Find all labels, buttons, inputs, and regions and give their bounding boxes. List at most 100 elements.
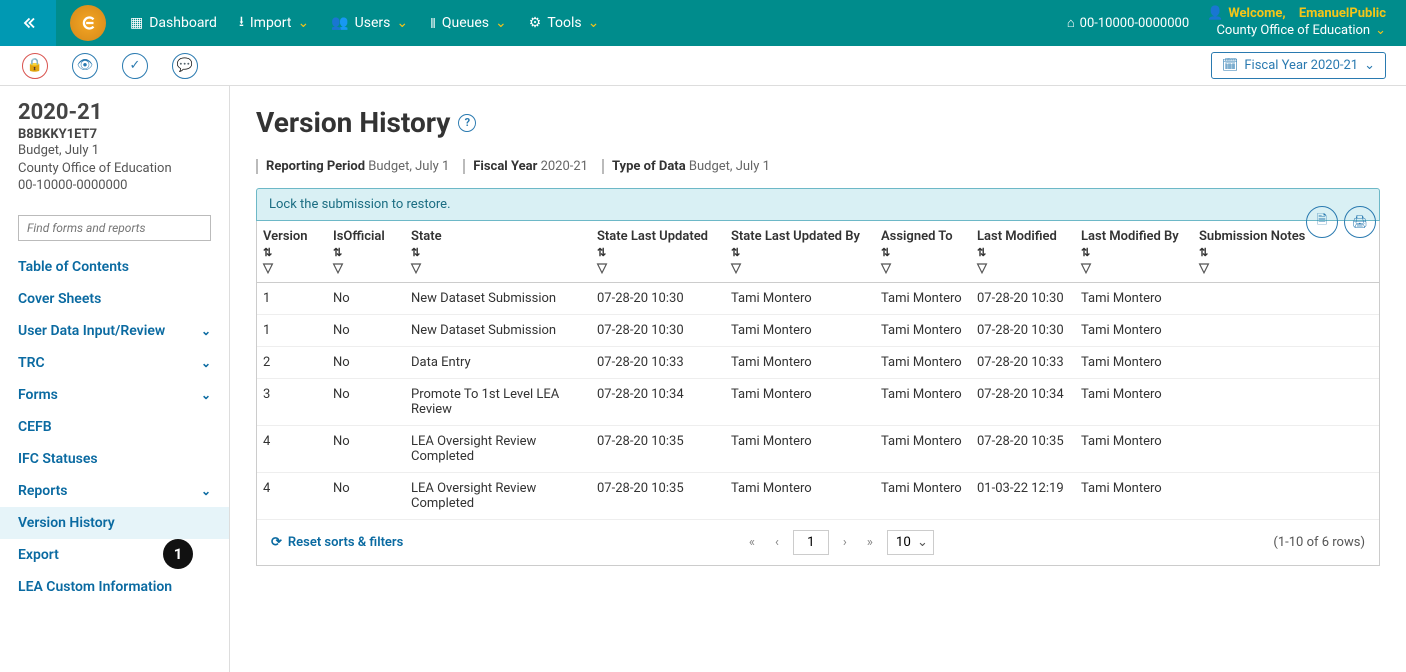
cell: 3 (257, 379, 327, 425)
user-menu[interactable]: 👤Welcome, EmanuelPublic County Office of… (1207, 6, 1386, 40)
pager-size-select[interactable]: 10 (887, 530, 934, 555)
col-header[interactable]: State⇅▽ (405, 221, 591, 282)
reset-filters-button[interactable]: ⟳Reset sorts & filters (271, 535, 403, 550)
pager-prev[interactable]: ‹ (769, 533, 785, 552)
filter-icon[interactable]: ▽ (1081, 261, 1187, 276)
col-header[interactable]: Assigned To⇅▽ (875, 221, 971, 282)
col-header[interactable]: Last Modified⇅▽ (971, 221, 1075, 282)
cell: Tami Montero (875, 283, 971, 314)
page-title: Version History? (256, 106, 1380, 139)
sidebar-item-forms[interactable]: Forms⌄ (0, 379, 229, 411)
nav-users[interactable]: 👥Users⌄ (331, 15, 408, 31)
export-button[interactable]: 🗎 (1306, 206, 1338, 238)
sort-icon[interactable]: ⇅ (263, 246, 321, 259)
sidebar-item-cover-sheets[interactable]: Cover Sheets (0, 283, 229, 315)
cell: 07-28-20 10:34 (971, 379, 1075, 425)
sidebar-item-label: Reports (18, 483, 68, 499)
table-row[interactable]: 1NoNew Dataset Submission07-28-20 10:30T… (257, 315, 1379, 347)
eye-icon[interactable]: 👁 (72, 53, 98, 79)
cell: 07-28-20 10:30 (591, 283, 725, 314)
sidebar-item-export[interactable]: Export (0, 539, 229, 571)
filter-icon[interactable]: ▽ (1199, 261, 1307, 276)
filter-icon[interactable]: ▽ (263, 261, 321, 276)
sort-icon[interactable]: ⇅ (977, 246, 1069, 259)
cell: Tami Montero (1075, 426, 1193, 472)
sort-icon[interactable]: ⇅ (1199, 246, 1307, 259)
sidebar-item-user-data-input-review[interactable]: User Data Input/Review⌄ (0, 315, 229, 347)
table-row[interactable]: 1NoNew Dataset Submission07-28-20 10:30T… (257, 283, 1379, 315)
cell: 4 (257, 426, 327, 472)
print-button[interactable]: 🖨 (1344, 206, 1376, 238)
filter-icon[interactable]: ▽ (731, 261, 869, 276)
col-header[interactable]: Last Modified By⇅▽ (1075, 221, 1193, 282)
cell: Tami Montero (1075, 283, 1193, 314)
cell: New Dataset Submission (405, 283, 591, 314)
pager-first[interactable]: « (743, 533, 761, 552)
filter-reset-icon: ⟳ (271, 535, 282, 550)
pager-last[interactable]: » (861, 533, 879, 552)
filter-icon[interactable]: ▽ (597, 261, 719, 276)
cell: Promote To 1st Level LEA Review (405, 379, 591, 425)
nav-tools[interactable]: ⚙Tools⌄ (529, 15, 600, 31)
sort-icon[interactable]: ⇅ (333, 246, 399, 259)
sidebar-year: 2020-21 (18, 100, 211, 125)
nav-queues[interactable]: ‖Queues⌄ (430, 15, 507, 32)
table-row[interactable]: 2NoData Entry07-28-20 10:33Tami MonteroT… (257, 347, 1379, 379)
sidebar-item-cefb[interactable]: CEFB (0, 411, 229, 443)
filter-icon[interactable]: ▽ (411, 261, 585, 276)
cell: Tami Montero (875, 473, 971, 519)
fiscal-year-selector[interactable]: 🗓Fiscal Year 2020-21⌄ (1211, 52, 1386, 79)
gear-icon: ⚙ (529, 15, 542, 31)
nav-dashboard[interactable]: ▦Dashboard (130, 15, 217, 31)
sort-icon[interactable]: ⇅ (1081, 246, 1187, 259)
users-icon: 👥 (331, 15, 348, 31)
cell: No (327, 315, 405, 346)
col-header[interactable]: State Last Updated⇅▽ (591, 221, 725, 282)
cell: Tami Montero (875, 379, 971, 425)
sidebar-item-lea-custom-information[interactable]: LEA Custom Information (0, 571, 229, 603)
table-row[interactable]: 4NoLEA Oversight Review Completed07-28-2… (257, 473, 1379, 520)
chevron-down-icon: ⌄ (495, 15, 507, 31)
help-icon[interactable]: ? (458, 114, 476, 132)
sidebar-item-ifc-statuses[interactable]: IFC Statuses (0, 443, 229, 475)
sidebar-item-version-history[interactable]: Version History (0, 507, 229, 539)
search-input[interactable] (18, 215, 211, 241)
col-header[interactable]: IsOfficial⇅▽ (327, 221, 405, 282)
chevron-down-icon: ⌄ (588, 15, 600, 31)
comment-icon[interactable]: 💬 (172, 53, 198, 79)
filter-icon[interactable]: ▽ (881, 261, 965, 276)
sidebar-item-label: Version History (18, 515, 115, 531)
cell: Tami Montero (875, 315, 971, 346)
col-header[interactable]: Submission Notes⇅▽ (1193, 221, 1313, 282)
nav-import[interactable]: ⭳Import⌄ (239, 11, 309, 35)
pager-next[interactable]: › (837, 533, 853, 552)
chevron-down-icon: ⌄ (297, 15, 309, 31)
sort-icon[interactable]: ⇅ (881, 246, 965, 259)
table-row[interactable]: 4NoLEA Oversight Review Completed07-28-2… (257, 426, 1379, 473)
filter-icon[interactable]: ▽ (333, 261, 399, 276)
table-row[interactable]: 3NoPromote To 1st Level LEA Review07-28-… (257, 379, 1379, 426)
sidebar-item-trc[interactable]: TRC⌄ (0, 347, 229, 379)
check-icon[interactable]: ✓ (122, 53, 148, 79)
cell: Tami Montero (725, 315, 875, 346)
sort-icon[interactable]: ⇅ (731, 246, 869, 259)
sort-icon[interactable]: ⇅ (411, 246, 585, 259)
content-area: 🗎 🖨 Version History? Reporting Period Bu… (230, 86, 1406, 672)
sidebar-item-label: Table of Contents (18, 259, 129, 275)
col-header[interactable]: State Last Updated By⇅▽ (725, 221, 875, 282)
lock-icon[interactable]: 🔒 (22, 53, 48, 79)
sidebar: 2020-21 B8BKKY1ET7 Budget, July 1 County… (0, 86, 230, 672)
cell: LEA Oversight Review Completed (405, 473, 591, 519)
cell: 07-28-20 10:35 (971, 426, 1075, 472)
grid-icon: ▦ (130, 15, 143, 31)
app-logo (70, 5, 106, 41)
sort-icon[interactable]: ⇅ (597, 246, 719, 259)
sidebar-item-reports[interactable]: Reports⌄ (0, 475, 229, 507)
cell: 1 (257, 283, 327, 314)
sidebar-item-table-of-contents[interactable]: Table of Contents (0, 251, 229, 283)
sidebar-collapse-button[interactable] (0, 0, 56, 46)
col-header[interactable]: Version⇅▽ (257, 221, 327, 282)
filter-icon[interactable]: ▽ (977, 261, 1069, 276)
pager-page-input[interactable] (793, 530, 829, 555)
sidebar-meta: Budget, July 1 County Office of Educatio… (18, 142, 211, 195)
